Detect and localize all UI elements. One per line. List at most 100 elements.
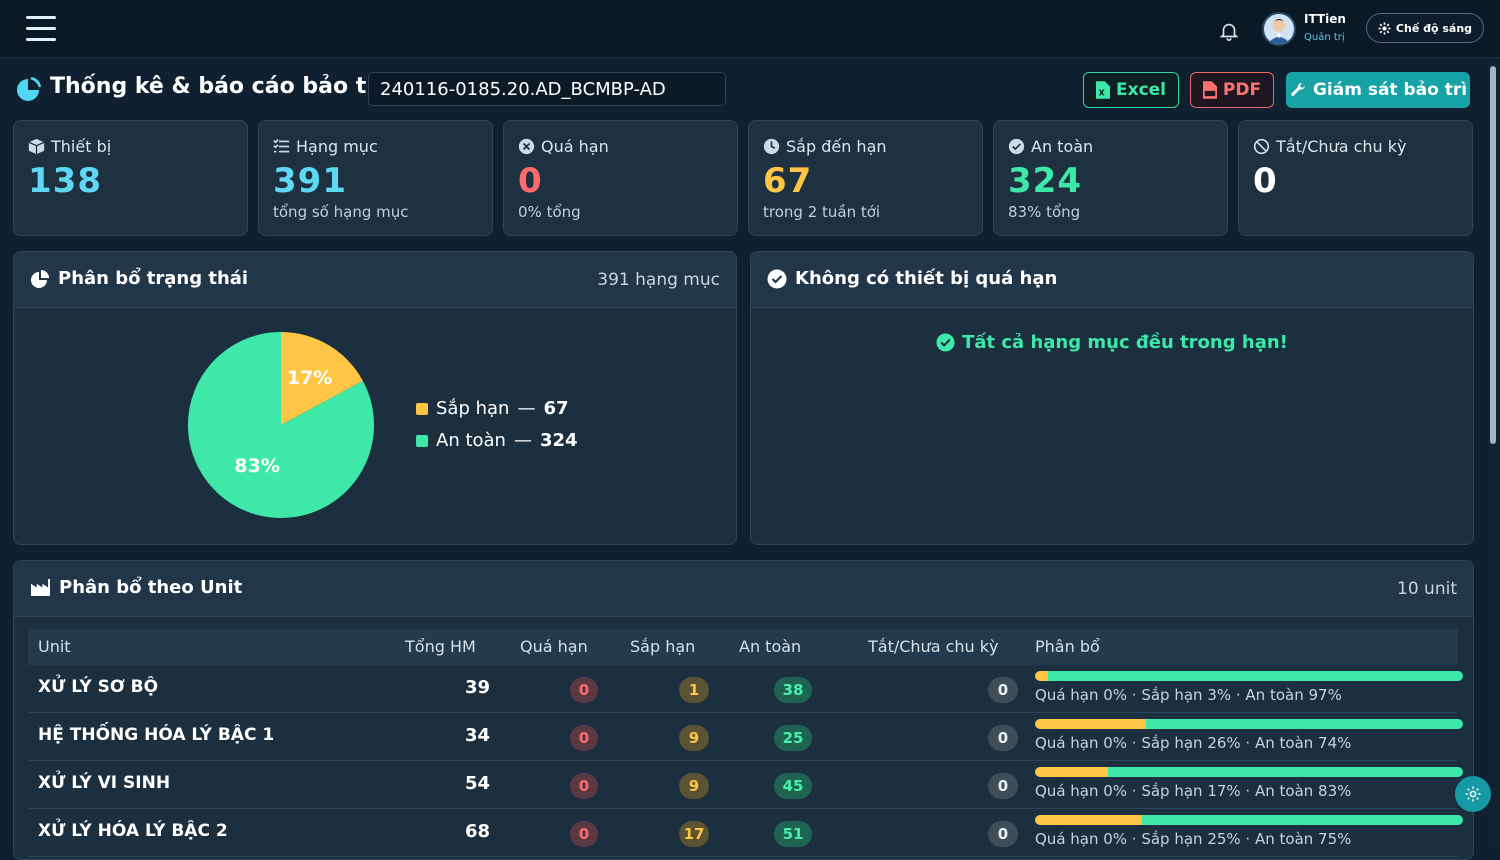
column-header-overdue[interactable]: Quá hạn: [520, 637, 588, 656]
stat-card-due-soon: Sắp đến hạn 67 trong 2 tuần tới: [748, 120, 983, 236]
due-badge: 9: [679, 773, 709, 799]
safe-badge: 25: [774, 725, 812, 751]
column-header-off-cycle[interactable]: Tắt/Chưa chu kỳ: [868, 637, 998, 656]
table-row[interactable]: HỆ THỐNG HÓA LÝ BẬC 1 34 0 9 25 0 Quá hạn 0% ·…: [28, 713, 1463, 761]
x-circle-icon: [518, 138, 535, 155]
check-circle-icon: [936, 333, 955, 352]
legend-swatch: [416, 402, 428, 415]
column-header-safe[interactable]: An toàn: [739, 637, 801, 656]
pie-chart-icon: [17, 77, 41, 101]
card-value: 391: [273, 161, 347, 201]
pie-slice-label: 17%: [287, 367, 332, 389]
legend-swatch: [416, 434, 428, 447]
panel-count: 10 unit: [1397, 579, 1457, 599]
distribution-text: Quá hạn 0% · Sắp hạn 3% · An toàn 97%: [1035, 686, 1342, 704]
card-subtitle: tổng số hạng mục: [273, 203, 409, 221]
excel-export-button[interactable]: X Excel: [1083, 72, 1179, 108]
legend-value: 67: [543, 398, 569, 419]
svg-text:X: X: [1099, 88, 1105, 97]
report-code-field[interactable]: 240116-0185.20.AD_BCMBP-AD: [368, 72, 726, 106]
safe-badge: 45: [774, 773, 812, 799]
menu-icon[interactable]: [26, 16, 56, 42]
card-value: 67: [763, 161, 813, 201]
total-count: 39: [464, 677, 490, 698]
clock-icon: [763, 138, 780, 155]
status-distribution-panel: Phân bổ trạng thái 391 hạng mục 17% 83% S…: [13, 251, 737, 545]
legend-item-safe: An toàn — 324: [416, 430, 578, 451]
panel-title: Phân bổ theo Unit: [59, 577, 243, 598]
safe-badge: 38: [774, 677, 812, 703]
legend-name: An toàn: [436, 430, 506, 451]
user-name: ITTien: [1304, 12, 1346, 26]
card-value: 0: [1253, 161, 1278, 201]
column-header-unit[interactable]: Unit: [38, 637, 71, 656]
card-label: Hạng mục: [296, 137, 378, 156]
card-value: 324: [1008, 161, 1082, 201]
card-subtitle: 83% tổng: [1008, 203, 1081, 221]
legend-item-due: Sắp hạn — 67: [416, 398, 569, 419]
column-header-distribution[interactable]: Phân bổ: [1035, 637, 1100, 656]
table-row[interactable]: XỬ LÝ VI SINH 54 0 9 45 0 Quá hạn 0% · Sắp hạn…: [28, 761, 1463, 809]
off-cycle-badge: 0: [988, 725, 1018, 751]
legend-name: Sắp hạn: [436, 398, 510, 419]
column-header-due[interactable]: Sắp hạn: [630, 637, 695, 656]
distribution-bar: [1035, 719, 1463, 729]
check-circle-icon: [1008, 138, 1025, 155]
card-label: Sắp đến hạn: [786, 137, 887, 156]
wrench-icon: [1291, 83, 1305, 96]
table-header: Unit Tổng HM Quá hạn Sắp hạn An toàn Tắt…: [28, 629, 1458, 665]
card-label: Thiết bị: [51, 137, 112, 156]
excel-label: Excel: [1115, 80, 1166, 100]
bar-safe-segment: [1047, 671, 1463, 681]
due-badge: 17: [679, 821, 709, 847]
avatar[interactable]: [1262, 12, 1296, 46]
stat-card-devices: Thiết bị 138: [13, 120, 248, 236]
excel-file-icon: X: [1095, 81, 1110, 99]
bar-safe-segment: [1107, 767, 1463, 777]
bar-due-segment: [1035, 767, 1108, 777]
card-label: An toàn: [1031, 137, 1094, 156]
box-icon: [28, 138, 45, 155]
stat-card-overdue: Quá hạn 0 0% tổng: [503, 120, 738, 236]
theme-toggle-button[interactable]: Chế độ sáng: [1366, 13, 1484, 43]
scrollbar-thumb[interactable]: [1490, 66, 1496, 444]
maintenance-monitor-label: Giám sát bảo trì: [1312, 80, 1468, 100]
bell-icon[interactable]: [1218, 20, 1240, 42]
pdf-export-button[interactable]: PDF: [1190, 72, 1274, 108]
distribution-bar: [1035, 815, 1463, 825]
due-badge: 9: [679, 725, 709, 751]
bar-due-segment: [1035, 815, 1142, 825]
off-cycle-badge: 0: [988, 821, 1018, 847]
unit-name: XỬ LÝ SƠ BỘ: [38, 677, 159, 697]
unit-name: XỬ LÝ VI SINH: [38, 773, 171, 793]
check-circle-icon: [767, 269, 787, 288]
distribution-bar: [1035, 671, 1463, 681]
total-count: 54: [464, 773, 490, 794]
stat-card-off-cycle: Tắt/Chưa chu kỳ 0: [1238, 120, 1473, 236]
table-row[interactable]: XỬ LÝ HÓA LÝ BẬC 2 68 0 17 51 0 Quá hạn 0% · S…: [28, 809, 1463, 857]
off-cycle-badge: 0: [988, 677, 1018, 703]
column-header-total[interactable]: Tổng HM: [405, 637, 476, 656]
ban-icon: [1253, 138, 1270, 155]
due-badge: 1: [679, 677, 709, 703]
table-row[interactable]: XỬ LÝ SƠ BỘ 39 0 1 38 0 Quá hạn 0% · Sắp hạn 3…: [28, 665, 1463, 713]
list-icon: [273, 139, 290, 153]
pdf-file-icon: [1202, 81, 1217, 99]
gear-icon: [1465, 786, 1481, 802]
card-subtitle: 0% tổng: [518, 203, 581, 221]
maintenance-monitor-button[interactable]: Giám sát bảo trì: [1286, 72, 1470, 108]
card-label: Tắt/Chưa chu kỳ: [1276, 137, 1407, 156]
pdf-label: PDF: [1222, 80, 1262, 100]
distribution-text: Quá hạn 0% · Sắp hạn 25% · An toàn 75%: [1035, 830, 1352, 848]
settings-fab-button[interactable]: [1455, 776, 1491, 812]
factory-icon: [31, 578, 50, 597]
bar-safe-segment: [1146, 719, 1463, 729]
distribution-bar: [1035, 767, 1463, 777]
all-ok-text: Tất cả hạng mục đều trong hạn!: [962, 332, 1288, 353]
user-role: Quản trị: [1304, 32, 1345, 43]
status-pie-chart: 17% 83%: [188, 332, 374, 518]
legend-value: 324: [539, 430, 578, 451]
card-value: 0: [518, 161, 543, 201]
pie-slice-label: 83%: [234, 455, 279, 477]
safe-badge: 51: [774, 821, 812, 847]
